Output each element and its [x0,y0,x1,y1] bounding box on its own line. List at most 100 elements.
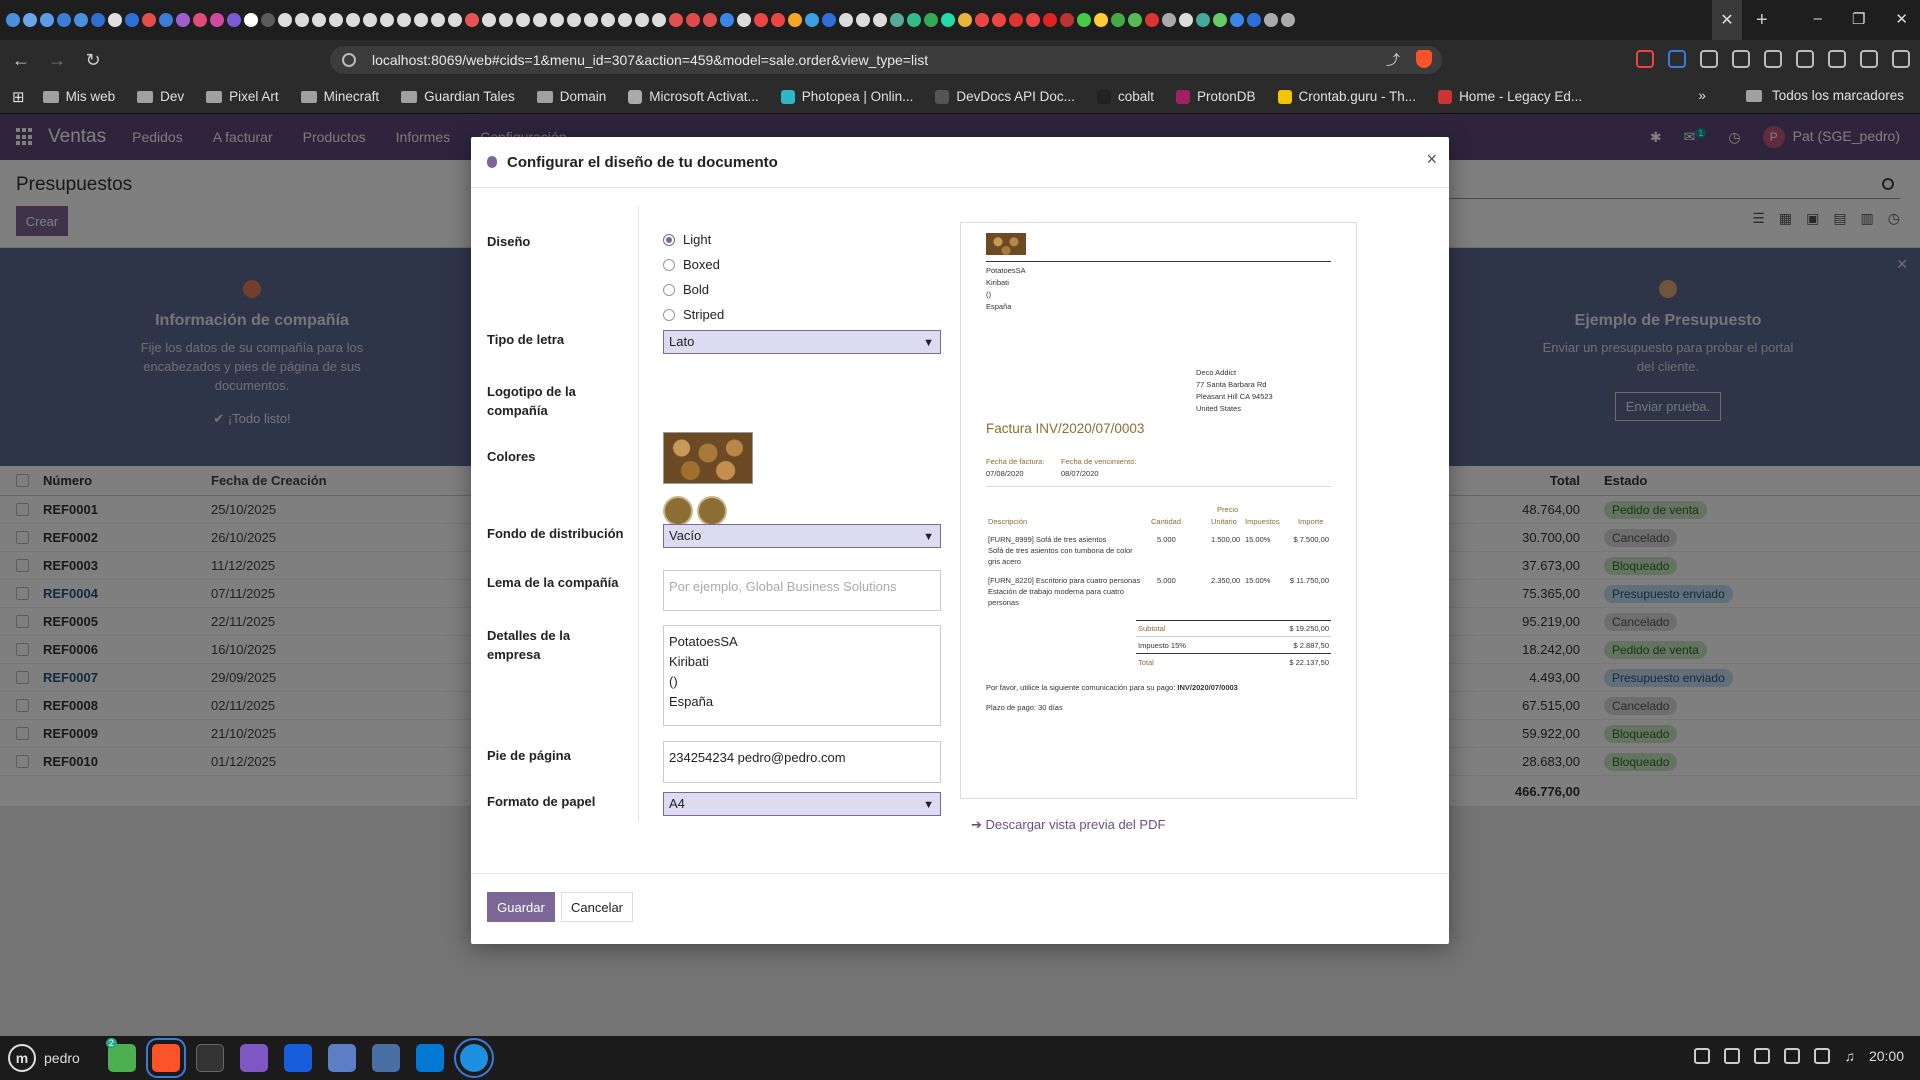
tab-favicon[interactable] [91,13,105,27]
docker-tray-icon[interactable] [1724,1048,1741,1064]
tab-favicon[interactable] [278,13,292,27]
layout-option-striped[interactable]: Striped [663,307,724,322]
pen-icon[interactable] [1694,1048,1711,1064]
tab-favicon[interactable] [1026,13,1040,27]
all-bookmarks[interactable]: Todos los marcadores [1772,88,1904,103]
network-icon[interactable] [1814,1048,1831,1064]
tab-favicon[interactable] [6,13,20,27]
bookmark-item[interactable]: ProtonDB [1175,89,1256,104]
apps-icon[interactable]: ⊞ [12,88,25,106]
tab-favicon[interactable] [1043,13,1057,27]
tab-favicon[interactable] [771,13,785,27]
tab-favicon[interactable] [958,13,972,27]
tab-favicon[interactable] [1230,13,1244,27]
tab-favicon[interactable] [329,13,343,27]
tab-favicon[interactable] [448,13,462,27]
company-details-textarea[interactable]: PotatoesSA Kiribati () España [663,625,941,726]
bookmark-item[interactable]: Pixel Art [206,89,279,104]
tab-favicon[interactable] [1145,13,1159,27]
tab-favicon[interactable] [108,13,122,27]
tab-favicon[interactable] [924,13,938,27]
new-tab-button[interactable]: + [1756,9,1768,32]
wallet-icon[interactable] [1732,50,1750,68]
tab-favicon[interactable] [40,13,54,27]
tab-favicon[interactable] [890,13,904,27]
mail-app-icon[interactable] [327,1044,356,1072]
tab-favicon[interactable] [380,13,394,27]
window-close-icon[interactable]: ✕ [1895,10,1908,28]
puzzle-icon[interactable] [1700,50,1718,68]
radio-button[interactable] [663,283,675,296]
layout-option-boxed[interactable]: Boxed [663,257,720,272]
bookmark-item[interactable]: cobalt [1096,89,1154,104]
primary-color-swatch[interactable] [663,496,693,526]
tab-favicon[interactable] [1128,13,1142,27]
bookmark-item[interactable]: DevDocs API Doc... [935,89,1075,104]
tab-favicon[interactable] [1094,13,1108,27]
tab-favicon[interactable] [533,13,547,27]
music-tray-icon[interactable]: ♫ [1844,1048,1855,1064]
reload-icon[interactable]: ↻ [78,50,108,71]
active-tab[interactable]: ✕ [1712,0,1742,40]
tab-favicon[interactable] [1162,13,1176,27]
brave-shield-icon[interactable] [1416,50,1432,68]
bookmark-item[interactable]: Guardian Tales [401,89,515,104]
back-icon[interactable]: ← [6,50,36,71]
tab-favicon[interactable] [788,13,802,27]
tab-favicon[interactable] [822,13,836,27]
company-logo-image[interactable] [663,432,753,484]
radio-button[interactable] [663,233,675,246]
tab-favicon[interactable] [584,13,598,27]
tab-favicon[interactable] [720,13,734,27]
bookmark-item[interactable]: Minecraft [300,89,379,104]
tab-favicon[interactable] [74,13,88,27]
bitwarden-app-icon[interactable] [283,1044,312,1072]
tab-favicon[interactable] [873,13,887,27]
camera-app-icon[interactable] [371,1044,400,1072]
save-button[interactable]: Guardar [487,892,555,922]
download-icon[interactable] [1764,50,1782,68]
tab-favicon[interactable] [312,13,326,27]
clipboard-icon[interactable] [1754,1048,1771,1064]
tab-favicon[interactable] [703,13,717,27]
tab-favicon[interactable] [397,13,411,27]
tab-favicon[interactable] [210,13,224,27]
maximize-icon[interactable]: ❐ [1852,10,1865,28]
tab-favicon[interactable] [635,13,649,27]
tab-favicon[interactable] [907,13,921,27]
radio-button[interactable] [663,308,675,321]
tab-favicon[interactable] [142,13,156,27]
tab-favicon[interactable] [1247,13,1261,27]
tab-favicon[interactable] [465,13,479,27]
cancel-button[interactable]: Cancelar [561,892,633,922]
tab-favicon[interactable] [618,13,632,27]
tab-favicon[interactable] [839,13,853,27]
tab-favicon[interactable] [1077,13,1091,27]
tab-favicon[interactable] [737,13,751,27]
tab-favicon[interactable] [1179,13,1193,27]
forward-icon[interactable]: → [42,50,72,71]
tab-favicon[interactable] [244,13,258,27]
tab-favicon[interactable] [754,13,768,27]
tab-favicon[interactable] [431,13,445,27]
minimize-icon[interactable]: – [1814,10,1822,28]
tab-favicon[interactable] [1196,13,1210,27]
radio-button[interactable] [663,258,675,271]
tab-favicon[interactable] [686,13,700,27]
tab-favicon[interactable] [1060,13,1074,27]
close-icon[interactable]: × [1426,149,1437,170]
brave-app-icon[interactable] [145,1038,186,1078]
tab-favicon[interactable] [261,13,275,27]
layout-option-bold[interactable]: Bold [663,282,709,297]
bookmark-item[interactable]: Dev [137,89,184,104]
footer-input[interactable]: 234254234 pedro@pedro.com [663,741,941,783]
bookmark-item[interactable]: Domain [536,89,606,104]
tab-favicon[interactable] [363,13,377,27]
bookmark-item[interactable]: Home - Legacy Ed... [1438,89,1582,104]
tagline-input[interactable]: Por ejemplo, Global Business Solutions [663,570,941,611]
bookmark-item[interactable]: Crontab.guru - Th... [1277,89,1416,104]
wallet2-icon[interactable] [1860,50,1878,68]
extension-icon[interactable] [1636,50,1654,68]
terminal-app-icon[interactable] [195,1044,224,1072]
tab-favicon[interactable] [567,13,581,27]
